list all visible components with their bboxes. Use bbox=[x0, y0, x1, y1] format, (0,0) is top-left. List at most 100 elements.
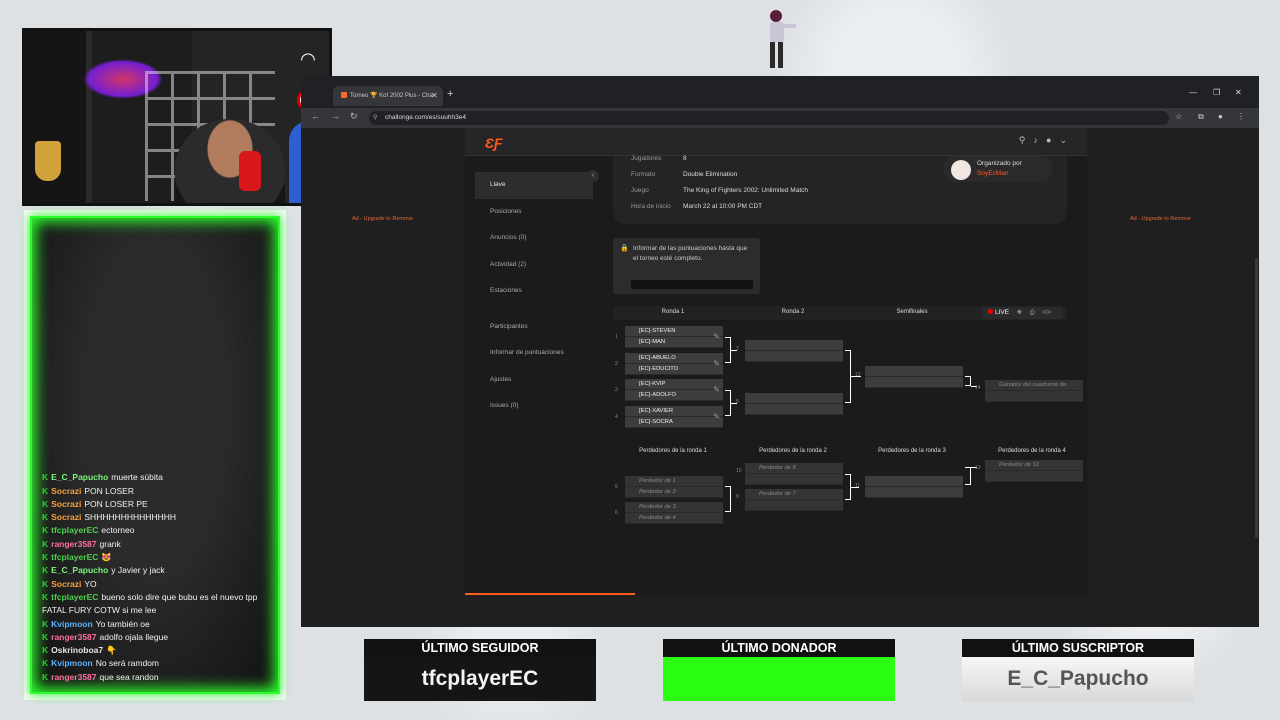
player-slot[interactable]: Ganador del cuadrante de bbox=[985, 380, 1083, 391]
player-slot[interactable] bbox=[865, 377, 963, 388]
player-slot[interactable]: [EC]-ABUELO bbox=[625, 353, 723, 364]
player-slot[interactable] bbox=[745, 474, 843, 485]
player-slot[interactable]: Perdedor de 2 bbox=[625, 487, 723, 498]
close-window-icon[interactable]: ✕ bbox=[1235, 88, 1242, 97]
embed-code-icon[interactable]: </> bbox=[1042, 310, 1051, 316]
winners-r2-match[interactable] bbox=[745, 393, 843, 415]
reload-icon[interactable]: ↻ bbox=[350, 111, 358, 122]
player-slot[interactable]: [EC]-SOCRA bbox=[625, 417, 723, 428]
chat-username[interactable]: Socrazi bbox=[51, 579, 81, 589]
player-slot[interactable]: Perdedor de 12 bbox=[985, 460, 1083, 471]
player-slot[interactable]: Perdedor de 4 bbox=[625, 513, 723, 524]
organizer-name[interactable]: SoyEcMan bbox=[977, 170, 1008, 177]
chat-username[interactable]: ranger3587 bbox=[51, 632, 96, 642]
losers-r3-match[interactable] bbox=[865, 476, 963, 498]
bell-icon[interactable]: ♪ bbox=[1034, 135, 1047, 145]
player-slot[interactable]: [EC]-KVIP bbox=[625, 379, 723, 390]
winners-r1-match[interactable]: [EC]-ABUELO [EC]-EDUCITO ✎ bbox=[625, 353, 723, 375]
sidebar-item[interactable]: Llave bbox=[475, 172, 593, 199]
chat-username[interactable]: Kvipmoon bbox=[51, 658, 93, 668]
address-bar[interactable]: ⚲ challonge.com/es/suuhh3e4 bbox=[369, 111, 1169, 125]
edit-score-icon[interactable]: ✎ bbox=[713, 359, 720, 368]
player-slot[interactable]: Perdedor de 7 bbox=[745, 489, 843, 500]
player-slot[interactable] bbox=[865, 476, 963, 487]
profile-avatar-icon[interactable]: ● bbox=[1218, 112, 1223, 121]
move-icon[interactable]: ✥ bbox=[1017, 310, 1022, 316]
sidebar-item[interactable]: Ajustes bbox=[475, 367, 593, 394]
page-scrollbar[interactable] bbox=[1245, 128, 1259, 595]
chat-username[interactable]: ranger3587 bbox=[51, 672, 96, 682]
new-tab-icon[interactable]: + bbox=[447, 88, 453, 100]
edit-score-icon[interactable]: ✎ bbox=[713, 332, 720, 341]
chat-username[interactable]: tfcplayerEC bbox=[51, 525, 98, 535]
tab-close-icon[interactable]: ✕ bbox=[431, 91, 438, 100]
player-slot[interactable] bbox=[865, 366, 963, 377]
player-slot[interactable] bbox=[745, 351, 843, 362]
edit-score-icon[interactable]: ✎ bbox=[713, 412, 720, 421]
sidebar-item[interactable]: Posiciones bbox=[475, 199, 593, 226]
player-slot[interactable]: [EC]-XAVIER bbox=[625, 406, 723, 417]
browser-tab[interactable]: Torneo 🏆 Kof 2002 Plus - Cha bbox=[333, 86, 443, 106]
player-slot[interactable] bbox=[745, 404, 843, 415]
chat-username[interactable]: ranger3587 bbox=[51, 539, 96, 549]
sidebar-item[interactable]: Issues (0) bbox=[475, 393, 593, 420]
back-arrow-icon[interactable]: ← bbox=[311, 111, 320, 121]
edit-score-icon[interactable]: ✎ bbox=[713, 385, 720, 394]
chat-username[interactable]: tfcplayerEC bbox=[51, 552, 98, 562]
chat-username[interactable]: E_C_Papucho bbox=[51, 472, 108, 482]
player-slot[interactable]: [EC]-STEVEN bbox=[625, 326, 723, 337]
player-slot[interactable] bbox=[745, 340, 843, 351]
losers-r1-match[interactable]: Perdedor de 1 Perdedor de 2 bbox=[625, 476, 723, 498]
semifinal-match[interactable] bbox=[865, 366, 963, 388]
chat-username[interactable]: Oskrinoboa7 bbox=[51, 645, 103, 655]
winners-r2-match[interactable] bbox=[745, 340, 843, 362]
print-icon[interactable]: ⎙ bbox=[1030, 310, 1035, 316]
chat-username[interactable]: Kvipmoon bbox=[51, 619, 93, 629]
scrollbar-thumb[interactable] bbox=[1255, 258, 1258, 538]
collapse-sidebar-icon[interactable]: ‹ bbox=[587, 170, 599, 182]
player-slot[interactable] bbox=[865, 487, 963, 498]
losers-r2-match[interactable]: Perdedor de 8 bbox=[745, 463, 843, 485]
sidebar-item[interactable]: Estaciones bbox=[475, 278, 593, 305]
forward-arrow-icon[interactable]: → bbox=[331, 111, 340, 121]
player-slot[interactable] bbox=[985, 471, 1083, 482]
sidebar-item[interactable]: Participantes bbox=[475, 314, 593, 341]
player-slot[interactable] bbox=[745, 500, 843, 511]
challonge-logo[interactable]: ƐƑ bbox=[485, 135, 503, 151]
player-slot[interactable]: [EC]-MAN bbox=[625, 337, 723, 348]
player-slot[interactable]: [EC]-ADOLFO bbox=[625, 390, 723, 401]
extensions-icon[interactable]: ⧉ bbox=[1198, 112, 1204, 122]
site-info-icon[interactable]: ⚲ bbox=[373, 114, 377, 121]
chat-username[interactable]: Socrazi bbox=[51, 486, 81, 496]
sidebar-item[interactable]: Informar de puntuaciones bbox=[475, 340, 593, 367]
browser-menu-icon[interactable]: ⋮ bbox=[1237, 112, 1245, 121]
bookmark-star-icon[interactable]: ☆ bbox=[1175, 112, 1182, 121]
sidebar-item[interactable]: Anuncios (0) bbox=[475, 225, 593, 252]
quarter-final-match[interactable]: Ganador del cuadrante de bbox=[985, 380, 1083, 402]
winners-r1-match[interactable]: [EC]-KVIP [EC]-ADOLFO ✎ bbox=[625, 379, 723, 401]
player-slot[interactable]: [EC]-EDUCITO bbox=[625, 364, 723, 375]
player-slot[interactable] bbox=[745, 393, 843, 404]
search-icon[interactable]: ⚲ bbox=[1019, 135, 1034, 145]
player-slot[interactable]: Perdedor de 8 bbox=[745, 463, 843, 474]
winners-r1-match[interactable]: [EC]-XAVIER [EC]-SOCRA ✎ bbox=[625, 406, 723, 428]
organizer-chip[interactable]: Organizado por SoyEcMan bbox=[943, 156, 1053, 182]
minimize-icon[interactable]: — bbox=[1189, 88, 1197, 97]
losers-r1-match[interactable]: Perdedor de 3 Perdedor de 4 bbox=[625, 502, 723, 524]
restore-icon[interactable]: ❐ bbox=[1213, 88, 1220, 97]
player-slot[interactable]: Perdedor de 1 bbox=[625, 476, 723, 487]
chat-username[interactable]: Socrazi bbox=[51, 512, 81, 522]
player-slot[interactable] bbox=[985, 391, 1083, 402]
losers-r4-match[interactable]: Perdedor de 12 bbox=[985, 460, 1083, 482]
losers-r2-match[interactable]: Perdedor de 7 bbox=[745, 489, 843, 511]
player-slot[interactable]: Perdedor de 3 bbox=[625, 502, 723, 513]
chat-username[interactable]: tfcplayerEC bbox=[51, 592, 98, 602]
user-avatar-icon[interactable]: ● bbox=[1046, 135, 1059, 145]
ad-placeholder-right[interactable]: Ad - Upgrade to Remove bbox=[1130, 216, 1191, 222]
sidebar-item[interactable]: Actividad (2) bbox=[475, 252, 593, 279]
winners-r1-match[interactable]: [EC]-STEVEN [EC]-MAN ✎ bbox=[625, 326, 723, 348]
chat-username[interactable]: E_C_Papucho bbox=[51, 565, 108, 575]
ad-placeholder-left[interactable]: Ad - Upgrade to Remove bbox=[352, 216, 413, 222]
chat-username[interactable]: Socrazi bbox=[51, 499, 81, 509]
chevron-down-icon[interactable]: ⌄ bbox=[1059, 135, 1075, 145]
